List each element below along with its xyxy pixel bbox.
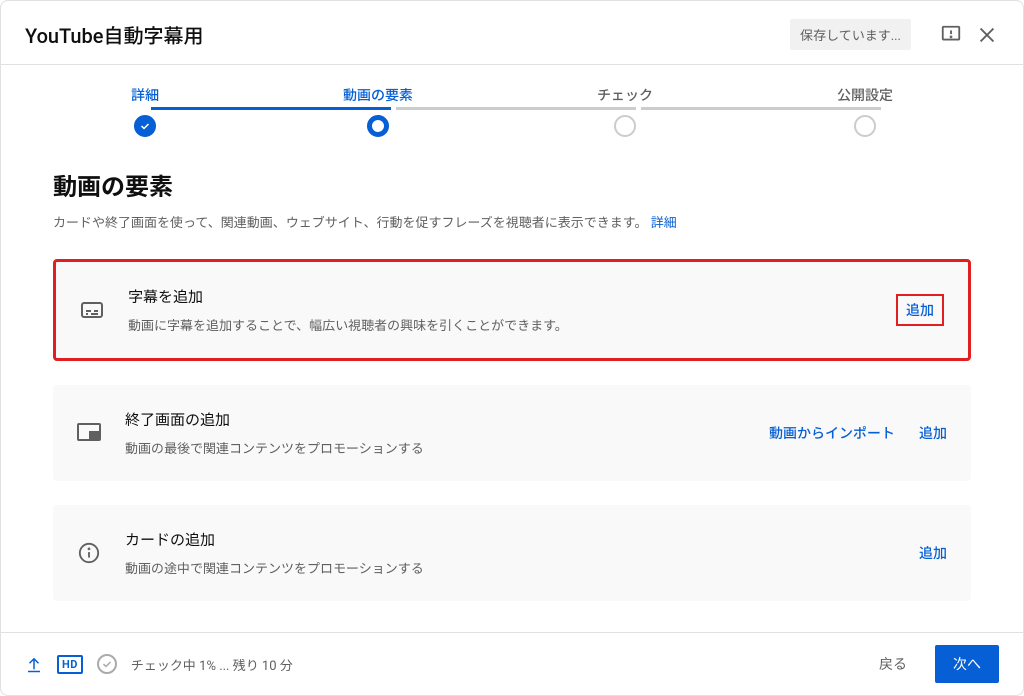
step-details[interactable]: 詳細	[131, 85, 159, 137]
cards-desc: 動画の途中で関連コンテンツをプロモーションする	[125, 558, 895, 577]
checkmark-icon	[134, 115, 156, 137]
add-endscreen-button[interactable]: 追加	[919, 423, 947, 443]
cards-card: カードの追加 動画の途中で関連コンテンツをプロモーションする 追加	[53, 505, 971, 601]
info-icon	[77, 541, 101, 565]
upload-dialog: YouTube自動字幕用 保存しています... 詳細 動画の要素 チェック	[0, 0, 1024, 696]
subtitles-title: 字幕を追加	[128, 286, 872, 307]
dialog-title: YouTube自動字幕用	[25, 20, 790, 49]
add-subtitles-button[interactable]: 追加	[896, 294, 944, 326]
page-description: カードや終了画面を使って、関連動画、ウェブサイト、行動を促すフレーズを視聴者に表…	[53, 212, 971, 231]
page-title: 動画の要素	[53, 167, 971, 202]
step-visibility[interactable]: 公開設定	[837, 85, 893, 137]
step-video-elements[interactable]: 動画の要素	[343, 85, 413, 137]
processing-status: チェック中 1% ... 残り 10 分	[131, 655, 293, 674]
dialog-footer: HD チェック中 1% ... 残り 10 分 戻る 次へ	[1, 632, 1023, 695]
step-checks[interactable]: チェック	[597, 85, 653, 137]
subtitles-icon	[80, 298, 104, 322]
endscreen-icon	[77, 421, 101, 445]
cards-title: カードの追加	[125, 529, 895, 550]
save-status: 保存しています...	[790, 19, 911, 50]
hd-icon: HD	[57, 655, 83, 674]
content-area: 動画の要素 カードや終了画面を使って、関連動画、ウェブサイト、行動を促すフレーズ…	[1, 137, 1023, 632]
dialog-header: YouTube自動字幕用 保存しています...	[1, 1, 1023, 65]
import-from-video-button[interactable]: 動画からインポート	[769, 423, 895, 443]
next-button[interactable]: 次へ	[935, 645, 999, 683]
check-status-icon	[97, 654, 117, 674]
subtitles-card: 字幕を追加 動画に字幕を追加することで、幅広い視聴者の興味を引くことができます。…	[53, 259, 971, 361]
learn-more-link[interactable]: 詳細	[651, 216, 677, 231]
endscreen-desc: 動画の最後で関連コンテンツをプロモーションする	[125, 438, 745, 457]
stepper: 詳細 動画の要素 チェック 公開設定	[1, 65, 1023, 137]
feedback-icon[interactable]	[939, 23, 963, 47]
close-icon[interactable]	[975, 23, 999, 47]
back-button[interactable]: 戻る	[861, 645, 925, 683]
subtitles-desc: 動画に字幕を追加することで、幅広い視聴者の興味を引くことができます。	[128, 315, 872, 334]
upload-icon[interactable]	[25, 655, 43, 673]
add-cards-button[interactable]: 追加	[919, 543, 947, 563]
endscreen-card: 終了画面の追加 動画の最後で関連コンテンツをプロモーションする 動画からインポー…	[53, 385, 971, 481]
endscreen-title: 終了画面の追加	[125, 409, 745, 430]
